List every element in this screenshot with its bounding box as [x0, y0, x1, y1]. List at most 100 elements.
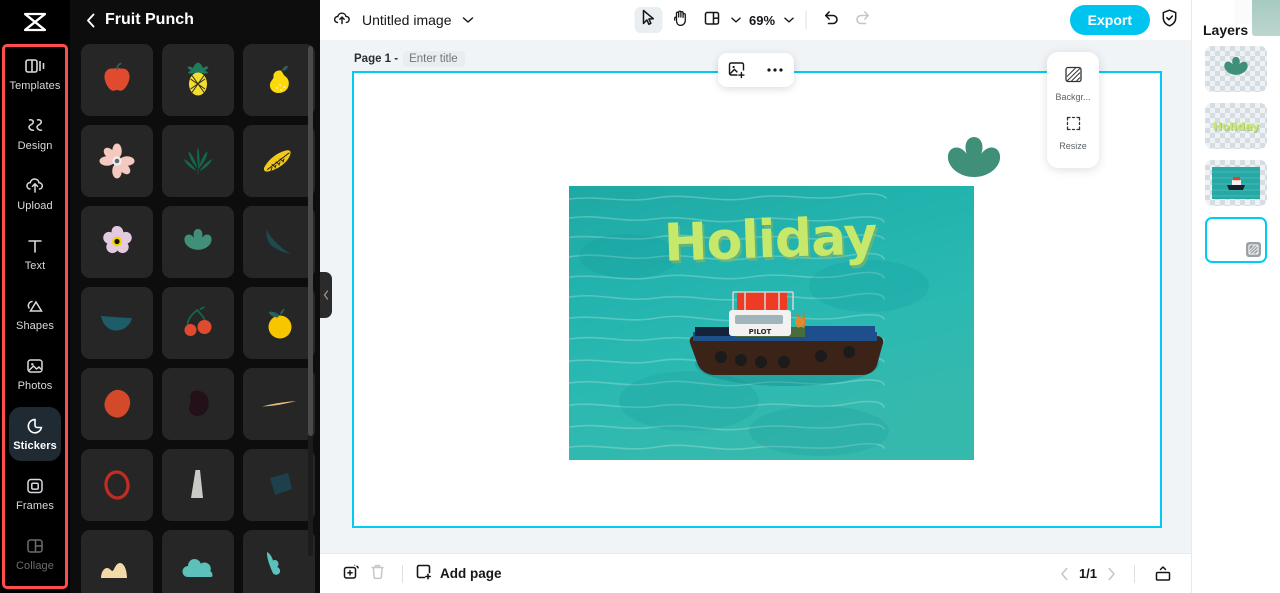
sidebar-item-label: Text [25, 260, 46, 272]
collage-icon [24, 536, 46, 556]
sticker-cherries[interactable] [162, 287, 234, 359]
layer-text-preview: Holiday [1213, 120, 1259, 133]
add-page-button[interactable]: Add page [415, 563, 502, 584]
layer-boat-photo[interactable] [1205, 160, 1267, 206]
document-title[interactable]: Untitled image [362, 12, 452, 28]
sticker-grey-cone[interactable] [162, 449, 234, 521]
stickers-pack-title: Fruit Punch [105, 11, 194, 29]
layer-background[interactable] [1205, 217, 1267, 263]
sidebar-item-stickers[interactable]: Stickers [9, 407, 61, 461]
resize-action[interactable]: Resize [1047, 110, 1099, 159]
page-canvas[interactable]: PILOT [352, 71, 1162, 528]
shrub-icon [1218, 56, 1254, 82]
sticker-apple[interactable] [81, 44, 153, 116]
layer-holiday-text[interactable]: Holiday [1205, 103, 1267, 149]
sidebar-item-label: Design [18, 140, 53, 152]
shapes-icon [24, 296, 46, 316]
sticker-pineapple[interactable] [162, 44, 234, 116]
page-title-input[interactable] [403, 51, 465, 67]
sidebar-item-collage[interactable]: Collage [9, 527, 61, 581]
sticker-dark-blob[interactable] [162, 368, 234, 440]
capcut-logo-icon[interactable] [0, 0, 70, 44]
delete-page-button[interactable] [364, 561, 390, 587]
layout-caret-icon[interactable] [730, 11, 741, 29]
sticker-teal-stem[interactable] [243, 530, 315, 593]
svg-text:PILOT: PILOT [749, 328, 772, 336]
sticker-sand-hill[interactable] [81, 530, 153, 593]
layers-panel: Layers Holiday [1191, 0, 1280, 593]
sticker-teal-cloud[interactable] [162, 530, 234, 593]
chevron-down-icon[interactable] [462, 11, 474, 29]
sticker-wheat-stick[interactable] [243, 368, 315, 440]
panel-collapse-handle[interactable] [320, 272, 332, 318]
background-action-label: Backgr... [1055, 92, 1090, 102]
toolbar-divider [805, 11, 806, 29]
page-indicator: 1/1 [1075, 566, 1101, 581]
zoom-caret-icon[interactable] [783, 11, 794, 29]
present-button[interactable] [1153, 564, 1173, 583]
image-add-icon[interactable] [728, 61, 746, 79]
layout-tool-button[interactable] [698, 7, 726, 33]
sticker-palm-leaf[interactable] [162, 125, 234, 197]
editor-main: Untitled image [320, 0, 1191, 593]
duplicate-page-button[interactable] [338, 561, 364, 587]
layout-panel-icon [703, 10, 720, 31]
bottom-divider-2 [1134, 565, 1135, 583]
top-toolbar: Untitled image [320, 0, 1191, 40]
shield-check-icon[interactable] [1160, 8, 1179, 33]
sticker-daisy-flower[interactable] [81, 125, 153, 197]
canvas-area[interactable]: Page 1 - [320, 40, 1191, 553]
sidebar-item-photos[interactable]: Photos [9, 347, 61, 401]
upload-cloud-icon [24, 176, 46, 196]
bottom-bar: Add page 1/1 [320, 553, 1191, 593]
photos-icon [24, 356, 46, 376]
sticker-teal-bowl[interactable] [81, 287, 153, 359]
more-horizontal-icon[interactable] [766, 67, 784, 73]
sidebar-item-shapes[interactable]: Shapes [9, 287, 61, 341]
hand-tool-button[interactable] [666, 7, 694, 33]
holiday-headline[interactable]: Holiday [663, 206, 877, 273]
undo-icon [823, 10, 840, 30]
sidebar-item-upload[interactable]: Upload [9, 167, 61, 221]
cursor-arrow-icon [640, 9, 655, 31]
sticker-shrub[interactable] [162, 206, 234, 278]
add-page-icon [415, 563, 433, 584]
sticker-pear[interactable] [243, 44, 315, 116]
back-button[interactable] [86, 13, 95, 28]
sidebar-item-templates[interactable]: Templates [9, 47, 61, 101]
page-navigation: 1/1 [1060, 564, 1173, 583]
stickers-icon [24, 416, 46, 436]
cloud-upload-icon[interactable] [332, 9, 352, 32]
sticker-orange[interactable] [243, 287, 315, 359]
select-tool-button[interactable] [634, 7, 662, 33]
sticker-navy-patch[interactable] [243, 449, 315, 521]
sticker-blossom-flower[interactable] [81, 206, 153, 278]
sticker-red-blob[interactable] [81, 368, 153, 440]
next-page-button[interactable] [1107, 567, 1116, 581]
bottom-divider [402, 565, 403, 583]
prev-page-button[interactable] [1060, 567, 1069, 581]
left-tool-rail: Templates Design Upload [0, 0, 70, 593]
sidebar-item-frames[interactable]: Frames [9, 467, 61, 521]
sidebar-item-label: Templates [9, 80, 60, 92]
sticker-dark-leaf[interactable] [243, 206, 315, 278]
export-button[interactable]: Export [1070, 5, 1150, 35]
sidebar-item-design[interactable]: Design [9, 107, 61, 161]
top-toolbar-center: 69% [634, 7, 877, 33]
undo-button[interactable] [817, 7, 845, 33]
stickers-scrollbar-thumb[interactable] [308, 46, 313, 436]
layer-shrub-sticker[interactable] [1205, 46, 1267, 92]
duplicate-page-icon [342, 562, 361, 586]
redo-button[interactable] [849, 7, 877, 33]
background-action[interactable]: Backgr... [1047, 61, 1099, 110]
sticker-corn-leaf[interactable] [243, 125, 315, 197]
sticker-red-ring[interactable] [81, 449, 153, 521]
canvas-float-toolbar [718, 53, 794, 87]
design-icon [24, 116, 46, 136]
boat-photo-thumb [1212, 167, 1260, 199]
user-avatar[interactable] [1252, 0, 1280, 36]
sidebar-item-text[interactable]: Text [9, 227, 61, 281]
frames-icon [24, 476, 46, 496]
sidebar-item-label: Upload [17, 200, 52, 212]
shrub-sticker-on-canvas[interactable] [934, 135, 1014, 198]
